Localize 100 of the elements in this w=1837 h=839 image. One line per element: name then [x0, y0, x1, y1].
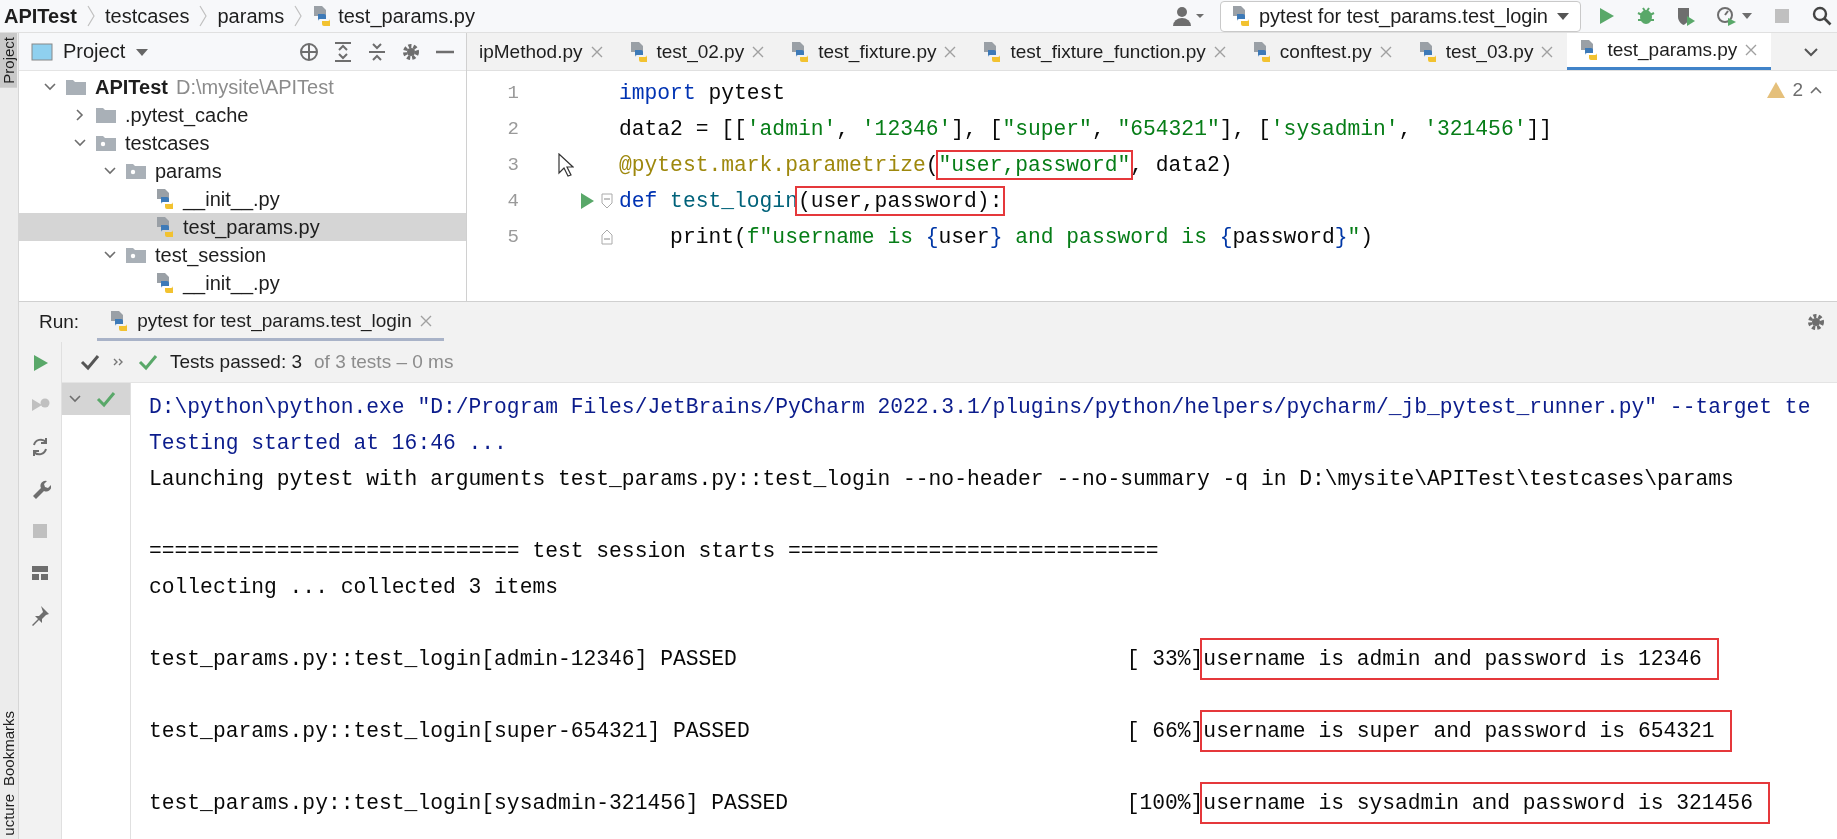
tree-label: test_session: [155, 243, 267, 267]
code-line: print(f"username is {user} and password is {password}"): [669, 225, 1374, 249]
caret-icon[interactable]: [1556, 11, 1570, 21]
caret-icon[interactable]: [135, 46, 150, 57]
run-icon[interactable]: [579, 192, 596, 210]
close-icon[interactable]: [944, 45, 957, 58]
python-file-icon: [1579, 39, 1600, 61]
progress-text: [100%]: [1126, 790, 1204, 817]
progress-text: [ 33%]: [1126, 646, 1204, 673]
breadcrumb-separator-icon: [199, 5, 208, 27]
console-output: username is admin and password is 12346: [1203, 641, 1716, 677]
tree-label: test_params.py: [183, 215, 320, 239]
editor-tab[interactable]: test_params.py: [1567, 33, 1772, 70]
python-file-icon: [109, 309, 130, 332]
console-line: Launching pytest with arguments test_params.py::test_login --no-header --no-summary -q in D:\mysite\APITest\testcases\params: [149, 466, 1734, 493]
editor-tab[interactable]: test_02.py: [616, 33, 779, 70]
tree-label: params: [155, 159, 222, 183]
tree-label: __init__.py: [183, 187, 280, 211]
bug-icon[interactable]: [1635, 5, 1657, 27]
tree-label: APITest: [95, 75, 168, 99]
package-folder-icon: [125, 246, 147, 264]
mouse-pointer-icon: [558, 153, 575, 177]
python-file-icon: [155, 188, 175, 210]
python-file-icon: [1251, 40, 1272, 63]
project-view-dropdown[interactable]: Project: [31, 40, 150, 63]
fold-icon[interactable]: [600, 193, 613, 209]
tree-row[interactable]: __init__.py: [19, 185, 466, 213]
expand-all-icon[interactable]: [332, 40, 354, 63]
tree-row[interactable]: __init__.py: [19, 269, 466, 297]
tree-row[interactable]: testcases: [19, 129, 466, 157]
breadcrumb-separator-icon: [294, 5, 303, 27]
console-output: username is sysadmin and password is 321456: [1203, 785, 1767, 821]
tree-row[interactable]: APITest D:\mysite\APITest: [19, 73, 466, 101]
tree-label: __init__.py: [183, 271, 280, 295]
python-file-icon: [982, 40, 1003, 63]
project-path: D:\mysite\APITest: [176, 75, 334, 99]
tool-window-tab[interactable]: Project: [0, 33, 17, 88]
close-icon[interactable]: [1379, 45, 1392, 58]
package-folder-icon: [125, 162, 147, 180]
code-line: @pytest.mark.parametrize("user,password", data2): [619, 153, 1233, 177]
tree-row[interactable]: test_params.py: [19, 213, 466, 241]
check-icon[interactable]: [80, 353, 100, 371]
run-label: Run:: [39, 311, 80, 333]
shield-run-icon[interactable]: [1675, 5, 1697, 27]
console-line: D:\python\python.exe "D:/Program Files/JetBrains/PyCharm 2022.3.1/plugins/python/helpers/pycharm/_jb_pytest_runner.py" --target te: [149, 394, 1811, 421]
breadcrumb-separator-icon: [87, 5, 95, 27]
search-icon[interactable]: [1811, 5, 1833, 27]
python-file-icon: [155, 272, 175, 294]
breadcrumb[interactable]: params: [217, 4, 285, 28]
python-file-icon: [1417, 40, 1438, 63]
console-line: test_params.py::test_login[admin-12346] PASSED: [149, 646, 738, 673]
close-icon[interactable]: [1745, 44, 1758, 56]
editor-tab[interactable]: conftest.py: [1239, 33, 1406, 70]
check-icon: [138, 353, 158, 371]
collapse-all-icon[interactable]: [366, 40, 388, 63]
close-icon[interactable]: [752, 45, 765, 58]
breadcrumb[interactable]: APITest: [4, 4, 77, 28]
editor-tab[interactable]: ipMethod.py: [467, 33, 617, 70]
python-file-icon: [312, 5, 333, 27]
package-folder-icon: [95, 134, 117, 152]
tool-window-tab[interactable]: ucture: [0, 790, 17, 839]
close-icon[interactable]: [590, 45, 603, 58]
close-icon[interactable]: [1541, 45, 1554, 58]
tests-passed-text: Tests passed: 3: [170, 351, 303, 373]
line-number: 1: [506, 82, 519, 104]
fold-icon[interactable]: [600, 229, 613, 245]
line-number: 3: [506, 154, 519, 176]
tree-row[interactable]: params: [19, 157, 466, 185]
chevron-down-icon[interactable]: [1803, 45, 1819, 58]
tree-label: .pytest_cache: [125, 103, 249, 127]
locate-icon[interactable]: [298, 40, 320, 63]
run-config-dropdown[interactable]: pytest for test_params.test_login: [1219, 0, 1581, 32]
breadcrumb[interactable]: testcases: [105, 4, 190, 28]
caret-up-icon[interactable]: [1809, 85, 1823, 95]
python-file-icon: [790, 40, 811, 63]
console-line: collecting ... collected 3 items: [149, 574, 558, 601]
close-icon[interactable]: [419, 314, 432, 327]
console-output: username is super and password is 654321: [1203, 713, 1729, 749]
breadcrumb[interactable]: test_params.py: [338, 4, 475, 28]
tree-label: testcases: [125, 131, 210, 155]
console-line: Testing started at 16:46 ...: [149, 430, 507, 457]
tree-row[interactable]: test_session: [19, 241, 466, 269]
settings-icon[interactable]: [1805, 311, 1827, 333]
line-number: 4: [506, 190, 519, 212]
close-icon[interactable]: [1213, 45, 1226, 58]
user-icon[interactable]: [1171, 5, 1206, 27]
tree-row[interactable]: .pytest_cache: [19, 101, 466, 129]
tests-summary-text: of 3 tests – 0 ms: [314, 351, 454, 373]
console-line: ============================= test session starts =============================: [149, 538, 1159, 565]
editor-tab[interactable]: test_fixture_function.py: [970, 33, 1240, 70]
gauge-run-icon[interactable]: [1715, 5, 1737, 27]
tool-window-tab[interactable]: Bookmarks: [0, 707, 17, 791]
editor-tab[interactable]: test_fixture.py: [778, 33, 971, 70]
code-line: data2 = [['admin', '12346'], ["super", "654321"], ['sysadmin', '321456']]: [619, 117, 1553, 141]
editor-tab[interactable]: test_03.py: [1405, 33, 1568, 70]
python-file-icon: [628, 40, 649, 63]
warning-count[interactable]: 2: [1792, 79, 1803, 101]
code-line: def test_login(user,password):: [619, 189, 1003, 213]
progress-text: [ 66%]: [1126, 718, 1204, 745]
caret-icon[interactable]: [1741, 12, 1753, 20]
